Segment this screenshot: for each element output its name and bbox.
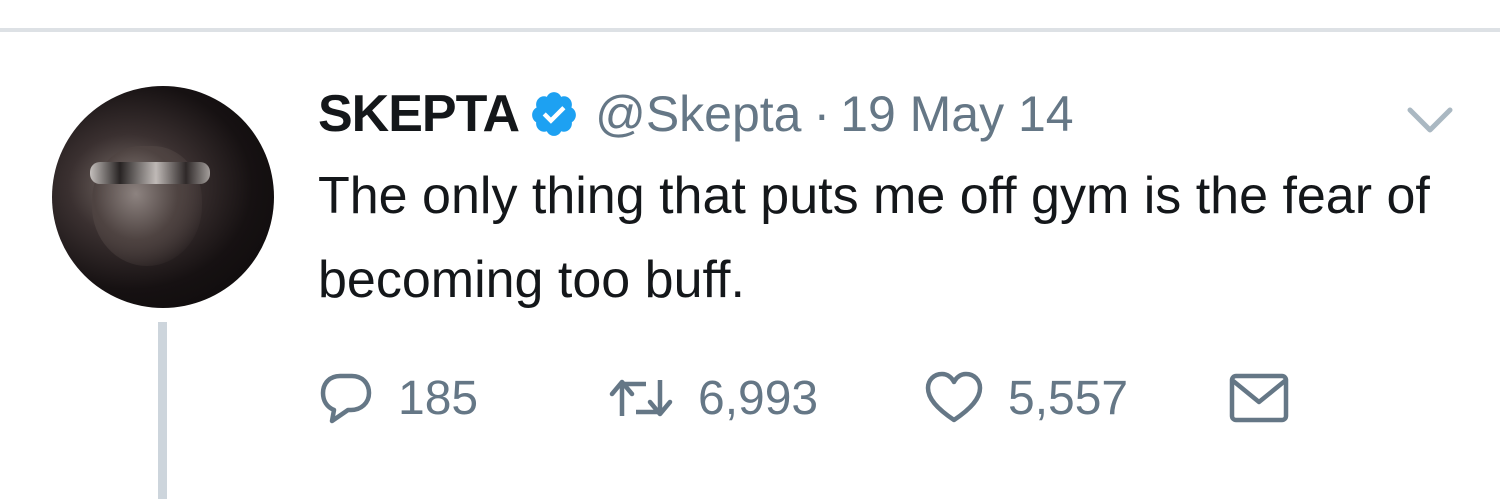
retweet-icon [608,370,674,426]
chevron-down-icon[interactable] [1404,102,1456,138]
direct-message-button[interactable] [1228,370,1290,426]
retweet-button[interactable]: 6,993 [608,370,924,426]
reply-count: 185 [398,371,479,425]
direct-message-icon [1228,370,1290,426]
like-count: 5,557 [1008,371,1129,425]
author-name[interactable]: SKEPTA [318,84,520,144]
top-divider [0,0,1500,32]
tweet[interactable]: SKEPTA @Skepta · 19 May 14 The only thin… [0,36,1500,499]
retweet-count: 6,993 [698,371,819,425]
like-button[interactable]: 5,557 [924,370,1228,426]
avatar[interactable] [52,86,274,308]
thread-line [158,322,167,499]
tweet-actions: 185 6,993 5,557 [318,362,1290,434]
tweet-text: The only thing that puts me off gym is t… [318,167,1430,309]
like-icon [924,370,984,426]
avatar-glasses [90,162,210,184]
verified-badge-icon [529,89,579,139]
separator-dot: · [813,86,831,142]
tweet-header: SKEPTA @Skepta · 19 May 14 [318,82,1074,146]
author-handle[interactable]: @Skepta [595,85,801,143]
tweet-date[interactable]: 19 May 14 [840,85,1073,143]
reply-button[interactable]: 185 [318,370,608,426]
reply-icon [318,370,374,426]
